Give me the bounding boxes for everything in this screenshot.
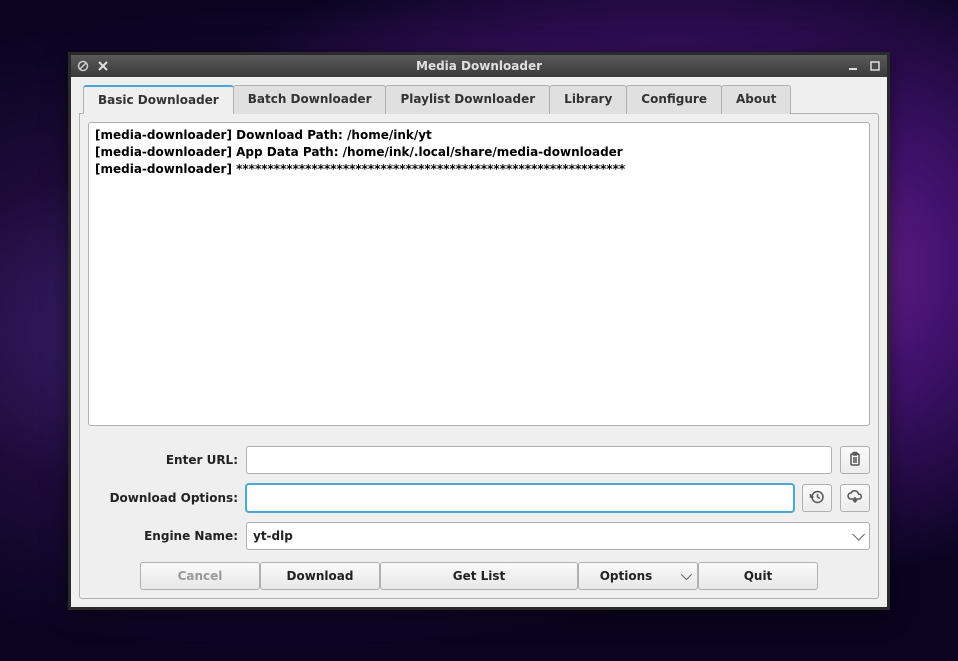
get-list-button[interactable]: Get List (380, 562, 578, 590)
engine-name-label: Engine Name: (88, 529, 238, 543)
cloud-download-button[interactable] (840, 484, 870, 512)
window-title: Media Downloader (71, 59, 887, 73)
cloud-download-icon (847, 489, 863, 508)
history-button[interactable] (802, 484, 832, 512)
close-button[interactable] (95, 58, 111, 74)
content-area: Basic Downloader Batch Downloader Playli… (71, 77, 887, 607)
log-output[interactable]: [media-downloader] Download Path: /home/… (88, 122, 870, 426)
paste-button[interactable] (840, 446, 870, 474)
tab-batch-downloader[interactable]: Batch Downloader (233, 85, 387, 114)
url-label: Enter URL: (88, 453, 238, 467)
history-icon (809, 489, 825, 508)
tab-configure[interactable]: Configure (626, 85, 722, 114)
cancel-button: Cancel (140, 562, 260, 590)
maximize-button[interactable] (867, 58, 883, 74)
tab-basic-downloader[interactable]: Basic Downloader (83, 85, 234, 114)
url-input[interactable] (246, 446, 832, 474)
tabbar: Basic Downloader Batch Downloader Playli… (79, 85, 879, 114)
minimize-button[interactable] (845, 58, 861, 74)
quit-button[interactable]: Quit (698, 562, 818, 590)
engine-combo[interactable]: yt-dlp (246, 522, 870, 550)
download-options-label: Download Options: (88, 491, 238, 505)
tab-about[interactable]: About (721, 85, 791, 114)
titlebar: Media Downloader (71, 55, 887, 77)
clipboard-icon (847, 451, 863, 470)
download-options-input[interactable] (246, 484, 794, 512)
options-button[interactable]: Options (578, 562, 698, 590)
tab-playlist-downloader[interactable]: Playlist Downloader (385, 85, 550, 114)
tab-content: [media-downloader] Download Path: /home/… (79, 113, 879, 599)
tab-library[interactable]: Library (549, 85, 627, 114)
engine-combo-value: yt-dlp (253, 529, 293, 543)
titlebar-menu-button[interactable] (75, 58, 91, 74)
app-window: Media Downloader Basic Downloader Batch … (68, 52, 890, 610)
download-button[interactable]: Download (260, 562, 380, 590)
